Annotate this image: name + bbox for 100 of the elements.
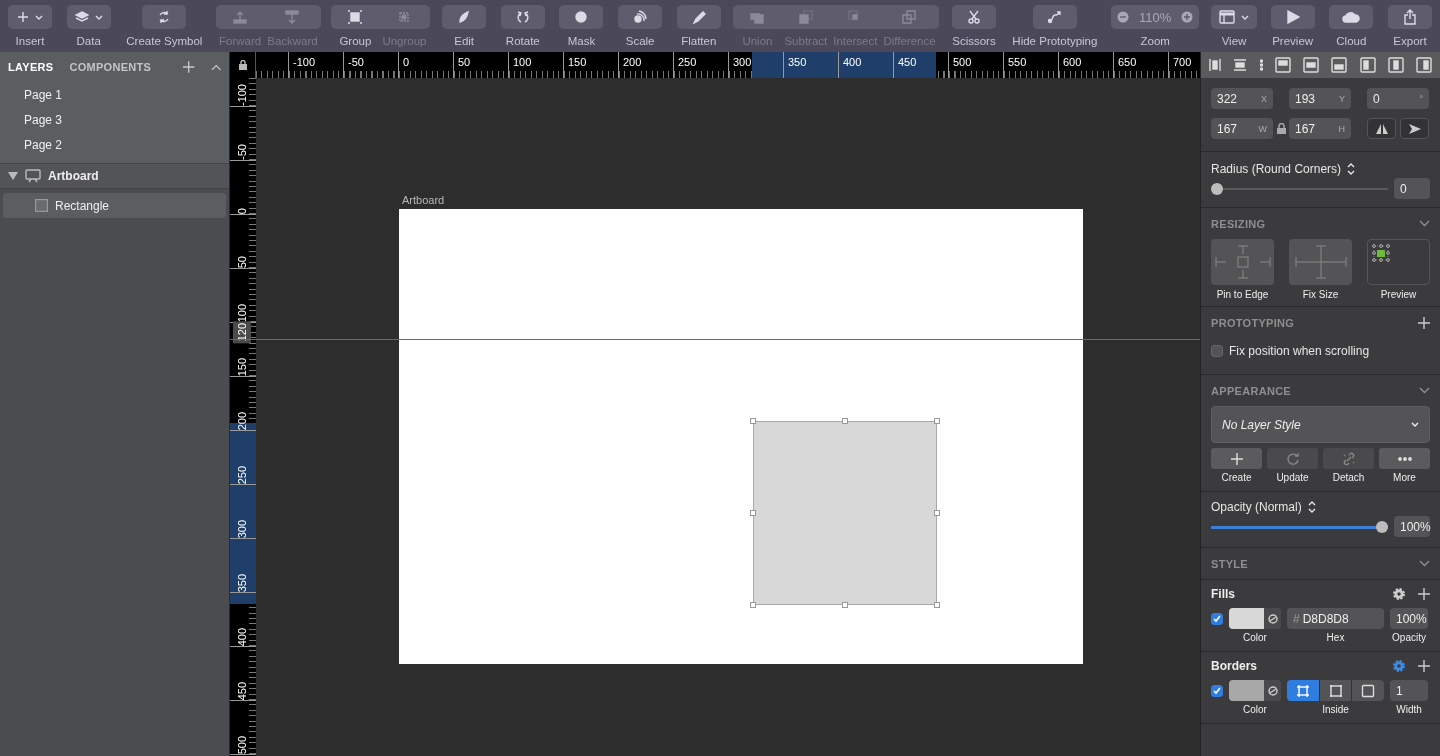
toolbar-button[interactable] [676, 5, 721, 29]
hex-field[interactable]: # D8D8D8 [1287, 608, 1384, 629]
chevron-down-icon [35, 14, 43, 20]
toolbar-button[interactable] [1270, 5, 1315, 29]
value-field[interactable]: 0 [1394, 178, 1430, 199]
style-action-label: Create [1220, 472, 1253, 483]
mask-icon [574, 10, 589, 24]
resize-handle[interactable] [842, 418, 849, 425]
ruler-label: 0 [402, 55, 410, 68]
difference-icon [902, 10, 917, 24]
ruler-label: 100 [236, 302, 248, 322]
ruler-label: -50 [347, 55, 364, 68]
number-field[interactable]: 0 ° [1367, 88, 1429, 109]
slider-thumb[interactable] [1376, 520, 1388, 533]
toolbar-label: Zoom [1139, 35, 1171, 47]
check-icon [1213, 686, 1221, 695]
ruler-label: 250 [236, 464, 248, 484]
resizing-label: Fix Size [1301, 289, 1340, 300]
opacity-field[interactable]: 100% [1390, 608, 1428, 629]
style-action-label: More [1392, 472, 1417, 483]
slider[interactable] [1211, 520, 1388, 533]
page-item[interactable]: Page 3 [0, 107, 229, 132]
toolbar-button[interactable] [500, 5, 545, 29]
distribute-vertical-icon [1233, 59, 1248, 71]
page-item[interactable]: Page 1 [0, 82, 229, 107]
pin-to-edge-drawing [1213, 242, 1272, 282]
resize-handle[interactable] [750, 418, 757, 425]
width-field[interactable]: 1 [1390, 680, 1428, 701]
number-field[interactable]: 193 Y [1289, 88, 1351, 109]
sidebar-tab[interactable]: LAYERS [8, 61, 54, 73]
border-position-button[interactable] [1352, 680, 1384, 701]
layer-name: Rectangle [55, 198, 110, 213]
layer-row[interactable]: Artboard [0, 164, 229, 189]
toolbar-button[interactable] [142, 5, 187, 29]
ruler-label: 600 [1062, 55, 1082, 68]
plus-icon [1418, 316, 1430, 329]
column-label: Inside [1321, 704, 1350, 715]
more-icon [1259, 59, 1263, 71]
ruler-label: 350 [236, 572, 248, 592]
value-field[interactable]: 100% [1394, 516, 1430, 537]
ruler-label: 650 [1117, 55, 1137, 68]
resize-handle[interactable] [750, 510, 757, 517]
style-action-label: Update [1275, 472, 1310, 483]
artboard-title: Artboard [402, 194, 445, 206]
toolbar-button[interactable] [8, 5, 52, 29]
toolbar-button[interactable] [442, 5, 487, 29]
toolbar-button[interactable] [1329, 5, 1374, 29]
flip-vertical-button[interactable] [1400, 118, 1429, 139]
layer-row[interactable]: Rectangle [3, 193, 226, 218]
toolbar-button[interactable] [559, 5, 604, 29]
border-position-button[interactable] [1287, 680, 1319, 701]
color-well[interactable] [1229, 608, 1281, 629]
resize-handle[interactable] [842, 602, 849, 608]
toolbar-button[interactable] [66, 5, 111, 29]
align-bottom-icon [1331, 57, 1348, 73]
ruler-label: 350 [787, 55, 807, 68]
style-action-button[interactable] [1211, 448, 1262, 469]
bring-forward-icon [233, 10, 248, 24]
toolbar-button[interactable] [1032, 5, 1077, 29]
layer-style-dropdown[interactable]: No Layer Style [1211, 406, 1430, 443]
resize-handle[interactable] [750, 602, 757, 608]
window-icon [1219, 10, 1235, 24]
minus-icon [1117, 11, 1130, 23]
flip-horizontal-button[interactable] [1367, 118, 1396, 139]
checkbox[interactable] [1211, 612, 1223, 625]
page-item[interactable]: Page 2 [0, 132, 229, 157]
unlink-icon [1341, 451, 1356, 466]
sidebar-tab[interactable]: COMPONENTS [69, 61, 152, 73]
resize-handle[interactable] [933, 510, 940, 517]
ruler-label: 200 [236, 410, 248, 430]
checkbox[interactable] [1211, 684, 1223, 697]
number-field[interactable]: 322 X [1211, 88, 1273, 109]
toolbar-button[interactable] [1387, 5, 1432, 29]
checkbox[interactable] [1211, 345, 1223, 357]
chevron-up-icon [210, 63, 221, 71]
slider[interactable] [1211, 182, 1388, 195]
number-field[interactable]: 167 H [1289, 118, 1351, 139]
ruler-label: 400 [236, 626, 248, 646]
section-title: APPEARANCE [1211, 384, 1291, 397]
toolbar-label: Export [1392, 35, 1428, 47]
toolbar-button[interactable] [618, 5, 663, 29]
toolbar-button[interactable] [951, 5, 996, 29]
slider-thumb[interactable] [1211, 182, 1223, 195]
toolbar-label: Edit [453, 35, 476, 47]
color-well[interactable] [1229, 680, 1281, 701]
toolbar-label: Mask [566, 35, 597, 47]
column-label: Opacity [1391, 632, 1427, 643]
toolbar-button[interactable] [331, 5, 380, 29]
guide-label: 120 [233, 320, 251, 343]
resize-handle[interactable] [933, 602, 940, 608]
align-top-icon [1274, 57, 1291, 73]
ungroup-icon [397, 10, 412, 24]
number-field[interactable]: 167 W [1211, 118, 1273, 139]
section-title: PROTOTYPING [1211, 316, 1295, 329]
style-action-button[interactable] [1379, 448, 1430, 469]
toolbar-button[interactable] [1211, 5, 1257, 29]
chevron-down-icon [94, 14, 103, 20]
resize-handle[interactable] [933, 418, 940, 425]
border-position-button[interactable] [1319, 680, 1352, 701]
ruler-label: 500 [952, 55, 972, 68]
